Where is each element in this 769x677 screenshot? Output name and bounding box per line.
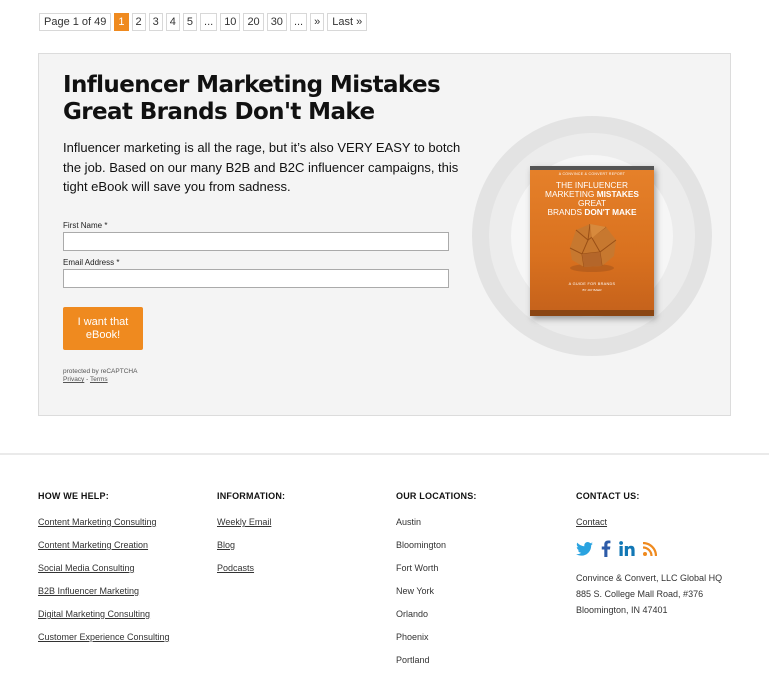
page-info: Page 1 of 49 — [39, 13, 112, 31]
footer-link-content-marketing-consulting[interactable]: Content Marketing Consulting — [38, 517, 170, 540]
footer-information: INFORMATION: Weekly Email Blog Podcasts — [217, 491, 285, 586]
location-item: Phoenix — [396, 632, 429, 642]
footer-link-social-media-consulting[interactable]: Social Media Consulting — [38, 563, 170, 586]
address-line: 885 S. College Mall Road, #376 — [576, 589, 704, 599]
location-item: Portland — [396, 655, 430, 665]
footer-link-customer-experience-consulting[interactable]: Customer Experience Consulting — [38, 632, 170, 655]
last-page-link[interactable]: Last » — [327, 13, 368, 31]
recaptcha-notice: protected by reCAPTCHA Privacy - Terms — [63, 368, 137, 384]
optin-title: Influencer Marketing Mistakes Great Bran… — [63, 72, 441, 125]
address-line: Bloomington, IN 47401 — [576, 605, 668, 615]
cover-title-line3b: DON'T MAKE — [584, 207, 637, 217]
footer-contact: CONTACT US: Contact Convince & Convert, … — [576, 491, 722, 618]
footer-locations: OUR LOCATIONS: Austin Bloomington Fort W… — [396, 491, 477, 677]
rss-icon[interactable] — [642, 541, 658, 561]
location-item: Orlando — [396, 609, 429, 619]
location-item: Austin — [396, 517, 422, 527]
footer-link-content-marketing-creation[interactable]: Content Marketing Creation — [38, 540, 170, 563]
social-icons — [576, 540, 722, 562]
address-line: Convince & Convert, LLC Global HQ — [576, 573, 723, 583]
footer-link-podcasts[interactable]: Podcasts — [217, 563, 285, 586]
footer-heading: HOW WE HELP: — [38, 491, 109, 501]
page-ellipsis: ... — [200, 13, 218, 31]
cover-title: THE INFLUENCER MARKETING MISTAKES GREAT … — [534, 181, 650, 217]
footer-link-b2b-influencer-marketing[interactable]: B2B Influencer Marketing — [38, 586, 170, 609]
cover-subtitle: A GUIDE FOR BRANDS — [568, 282, 616, 286]
email-field[interactable] — [63, 269, 449, 288]
recaptcha-text: protected by reCAPTCHA — [63, 368, 138, 375]
page-link-3[interactable]: 3 — [148, 13, 163, 31]
get-ebook-button[interactable]: I want that eBook! — [63, 307, 143, 350]
page-link-current: 1 — [114, 13, 129, 31]
page-link-2[interactable]: 2 — [131, 13, 146, 31]
first-name-field[interactable] — [63, 232, 449, 251]
cover-title-line3a: BRANDS — [547, 207, 585, 217]
cover-author: BY JAY BAER — [582, 288, 602, 292]
location-item: Bloomington — [396, 540, 447, 550]
linkedin-icon[interactable] — [619, 541, 635, 561]
ebook-cover-image: A CONVINCE & CONVERT REPORT THE INFLUENC… — [530, 166, 654, 316]
footer-divider — [0, 453, 769, 455]
twitter-icon[interactable] — [576, 541, 593, 561]
footer-link-weekly-email[interactable]: Weekly Email — [217, 517, 285, 540]
privacy-link[interactable]: Privacy — [63, 376, 84, 383]
footer-heading: OUR LOCATIONS: — [396, 491, 477, 501]
page-link-10[interactable]: 10 — [220, 13, 241, 31]
optin-description: Influencer marketing is all the rage, bu… — [63, 140, 461, 194]
page-link-5[interactable]: 5 — [182, 13, 198, 31]
email-label: Email Address * — [63, 258, 120, 267]
footer-how-we-help: HOW WE HELP: Content Marketing Consultin… — [38, 491, 170, 655]
cover-kicker: A CONVINCE & CONVERT REPORT — [558, 172, 626, 176]
location-item: New York — [396, 586, 435, 596]
cover-top-band — [530, 166, 654, 170]
page-link-30[interactable]: 30 — [266, 13, 287, 31]
facebook-icon[interactable] — [601, 540, 611, 562]
cover-bottom-band — [530, 310, 654, 316]
crumpled-paper-icon — [569, 223, 617, 272]
location-item: Fort Worth — [396, 563, 439, 573]
first-name-label: First Name * — [63, 221, 108, 230]
footer-link-digital-marketing-consulting[interactable]: Digital Marketing Consulting — [38, 609, 170, 632]
company-address: Convince & Convert, LLC Global HQ 885 S.… — [576, 570, 722, 618]
footer-heading: CONTACT US: — [576, 491, 640, 501]
terms-link[interactable]: Terms — [90, 376, 108, 383]
next-page-link[interactable]: » — [310, 13, 325, 31]
page-link-20[interactable]: 20 — [243, 13, 264, 31]
page-link-4[interactable]: 4 — [165, 13, 180, 31]
page-ellipsis: ... — [289, 13, 308, 31]
ebook-optin-box: Influencer Marketing Mistakes Great Bran… — [38, 53, 731, 416]
footer-link-contact[interactable]: Contact — [576, 517, 722, 540]
footer-heading: INFORMATION: — [217, 491, 286, 501]
pagination: Page 1 of 49 1 2 3 4 5 ... 10 20 30 ... … — [39, 13, 368, 31]
footer-link-blog[interactable]: Blog — [217, 540, 285, 563]
